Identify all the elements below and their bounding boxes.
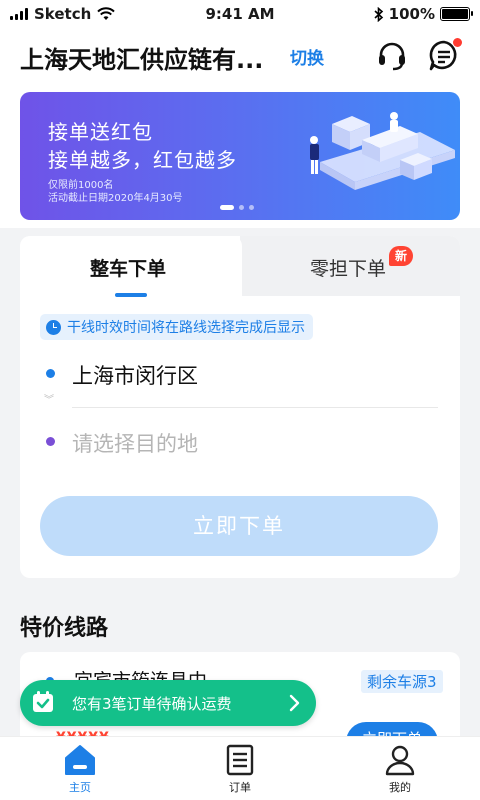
chevron-down-icon: ︾ [44, 395, 54, 406]
status-right: 100% [374, 5, 473, 23]
message-icon[interactable] [426, 38, 462, 74]
profile-icon [385, 745, 415, 776]
nav-profile[interactable]: 我的 [320, 737, 480, 800]
nav-home[interactable]: 主页 [0, 737, 160, 800]
nav-profile-label: 我的 [389, 781, 411, 794]
calendar-check-icon [33, 691, 53, 712]
carousel-dots [220, 205, 254, 210]
remaining-capacity-badge: 剩余车源3 [361, 670, 443, 693]
clock-icon [46, 319, 61, 335]
battery-fill [442, 9, 468, 19]
logistics-illustration [310, 112, 455, 190]
pending-orders-toast[interactable]: 您有3笔订单待确认运费 [20, 680, 316, 726]
banner-title-1: 接单送红包 [48, 120, 153, 144]
unread-dot [453, 38, 462, 47]
destination-field[interactable]: 请选择目的地 [72, 428, 198, 458]
toast-message: 您有3笔订单待确认运费 [72, 695, 232, 713]
order-card: 整车下单 零担下单 新 干线时效时间将在路线选择完成后显示 上海市闵行区 ︾ 请… [20, 236, 460, 578]
tab-full-truckload[interactable]: 整车下单 [90, 254, 166, 281]
bottom-nav: 主页 订单 我的 [0, 736, 480, 800]
active-tab-indicator [115, 293, 147, 297]
carousel-dot [249, 205, 254, 210]
banner-note-2: 活动截止日期2020年4月30号 [48, 193, 183, 204]
nav-orders[interactable]: 订单 [160, 737, 320, 800]
carousel-dot [239, 205, 244, 210]
field-divider [72, 407, 438, 408]
company-name: 上海天地汇供应链有... [20, 46, 264, 74]
battery-percent: 100% [388, 5, 435, 23]
battery-icon [440, 7, 473, 21]
chevron-right-icon [289, 694, 300, 712]
new-badge: 新 [389, 246, 413, 266]
carousel-dot [220, 205, 234, 210]
home-icon [65, 745, 95, 775]
special-routes-title: 特价线路 [20, 616, 109, 641]
status-bar: Sketch 9:41 AM 100% [0, 0, 480, 28]
headset-icon[interactable] [374, 38, 410, 74]
promo-banner[interactable]: 接单送红包 接单越多，红包越多 仅限前1000名 活动截止日期2020年4月30… [20, 92, 460, 220]
banner-title-2: 接单越多，红包越多 [48, 148, 237, 172]
bluetooth-icon [374, 6, 383, 22]
nav-home-label: 主页 [69, 781, 91, 794]
submit-order-button[interactable]: 立即下单 [40, 496, 438, 556]
timing-tip: 干线时效时间将在路线选择完成后显示 [40, 314, 313, 340]
orders-icon [226, 744, 254, 776]
timing-tip-text: 干线时效时间将在路线选择完成后显示 [67, 320, 305, 336]
tab-less-than-truckload[interactable]: 零担下单 [310, 254, 386, 281]
nav-orders-label: 订单 [229, 781, 251, 794]
destination-dot [46, 437, 55, 446]
switch-company-button[interactable]: 切换 [290, 44, 324, 69]
app-header: 上海天地汇供应链有... 切换 [0, 28, 480, 88]
origin-field[interactable]: 上海市闵行区 [72, 360, 198, 390]
origin-dot [46, 369, 55, 378]
